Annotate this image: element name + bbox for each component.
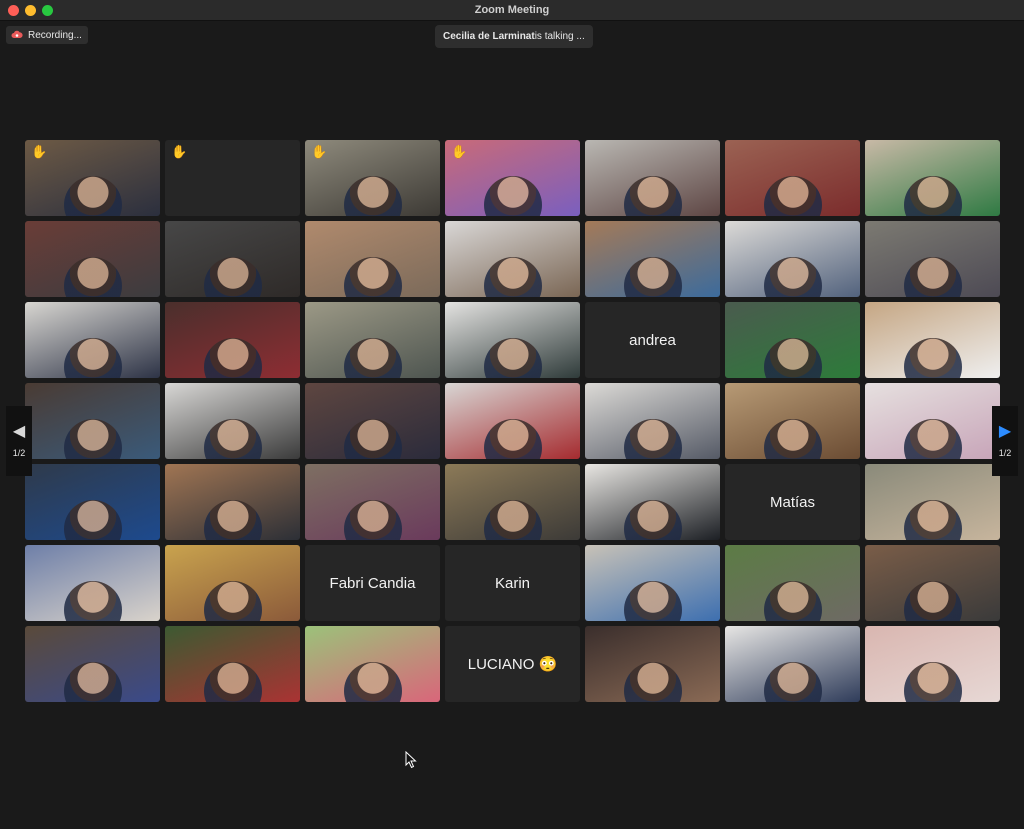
participant-video-tile[interactable]: [305, 383, 440, 459]
participant-name: Matías: [769, 493, 815, 511]
participant-video-tile[interactable]: [165, 383, 300, 459]
participant-video-tile[interactable]: [25, 302, 160, 378]
participant-name-tile[interactable]: LUCIANO 😳: [445, 626, 580, 702]
participant-name: Karin: [494, 574, 531, 592]
participant-video-tile[interactable]: [25, 221, 160, 297]
participant-video-tile[interactable]: [865, 302, 1000, 378]
participant-name-tile[interactable]: Matías: [725, 464, 860, 540]
participant-video-tile[interactable]: [865, 545, 1000, 621]
page-indicator-left: 1/2: [12, 448, 26, 458]
participant-video-tile[interactable]: [305, 626, 440, 702]
window-titlebar: Zoom Meeting: [0, 0, 1024, 21]
participant-video-tile[interactable]: [585, 140, 720, 216]
participant-name-tile[interactable]: ✋: [165, 140, 300, 216]
mouse-pointer-icon: [405, 751, 417, 769]
participant-name-tile[interactable]: Fabri Candia: [305, 545, 440, 621]
participant-video-tile[interactable]: [165, 626, 300, 702]
participant-name-tile[interactable]: Karin: [445, 545, 580, 621]
participant-video-tile[interactable]: [25, 464, 160, 540]
maximize-window-button[interactable]: [42, 5, 53, 16]
participant-video-tile[interactable]: [725, 221, 860, 297]
participant-video-tile[interactable]: ✋: [305, 140, 440, 216]
chevron-right-icon: ▶: [998, 423, 1012, 440]
participant-video-tile[interactable]: [725, 140, 860, 216]
recording-label: Recording...: [28, 29, 82, 41]
participant-video-tile[interactable]: [865, 221, 1000, 297]
participant-video-tile[interactable]: [445, 302, 580, 378]
participant-video-tile[interactable]: [165, 464, 300, 540]
participant-name: LUCIANO 😳: [467, 656, 558, 673]
window-title: Zoom Meeting: [474, 4, 550, 16]
cloud-recording-icon: [11, 30, 23, 38]
previous-page-button[interactable]: ◀ 1/2: [6, 406, 32, 476]
raised-hand-icon: ✋: [171, 144, 188, 159]
window-controls: [8, 5, 53, 16]
participant-video-tile[interactable]: ✋: [25, 140, 160, 216]
minimize-window-button[interactable]: [25, 5, 36, 16]
participant-video-tile[interactable]: [25, 383, 160, 459]
participant-video-tile[interactable]: [585, 545, 720, 621]
participant-name: andrea: [629, 331, 676, 349]
participant-video-tile[interactable]: [585, 626, 720, 702]
participant-video-tile[interactable]: [865, 626, 1000, 702]
participant-name-tile[interactable]: andrea: [585, 302, 720, 378]
participant-video-tile[interactable]: [25, 545, 160, 621]
participant-video-tile[interactable]: [865, 464, 1000, 540]
participant-video-tile[interactable]: [445, 221, 580, 297]
next-page-button[interactable]: ▶ 1/2: [992, 406, 1018, 476]
participant-video-tile[interactable]: [725, 545, 860, 621]
participant-name: Fabri Candia: [329, 574, 416, 592]
active-speaker-suffix: is talking ...: [534, 31, 585, 42]
participant-video-tile[interactable]: ✋: [445, 140, 580, 216]
participant-video-tile[interactable]: [865, 383, 1000, 459]
raised-hand-icon: ✋: [311, 144, 328, 159]
recording-indicator[interactable]: Recording...: [6, 26, 88, 44]
meeting-stage: Recording... Cecilia de Larminat is talk…: [0, 21, 1024, 829]
participant-video-tile[interactable]: [725, 302, 860, 378]
active-speaker-name: Cecilia de Larminat: [443, 31, 535, 42]
participant-video-tile[interactable]: [585, 221, 720, 297]
active-speaker-banner: Cecilia de Larminat is talking ...: [435, 25, 593, 48]
raised-hand-icon: ✋: [31, 144, 48, 159]
participant-video-tile[interactable]: [165, 545, 300, 621]
participant-video-tile[interactable]: [305, 464, 440, 540]
raised-hand-icon: ✋: [451, 144, 468, 159]
participant-video-tile[interactable]: [865, 140, 1000, 216]
participant-video-tile[interactable]: [725, 626, 860, 702]
close-window-button[interactable]: [8, 5, 19, 16]
participant-video-tile[interactable]: [585, 464, 720, 540]
participant-video-tile[interactable]: [165, 221, 300, 297]
participant-video-tile[interactable]: [25, 626, 160, 702]
participant-video-tile[interactable]: [305, 302, 440, 378]
page-indicator-right: 1/2: [998, 448, 1012, 458]
gallery-grid: ✋ ✋ ✋ ✋ andrea Matías Fabri Candia Karin LUCIANO…: [25, 140, 1000, 702]
participant-video-tile[interactable]: [445, 464, 580, 540]
participant-video-tile[interactable]: [725, 383, 860, 459]
participant-video-tile[interactable]: [165, 302, 300, 378]
participant-video-tile[interactable]: [585, 383, 720, 459]
participant-video-tile[interactable]: [445, 383, 580, 459]
chevron-left-icon: ◀: [12, 423, 26, 440]
participant-video-tile[interactable]: [305, 221, 440, 297]
